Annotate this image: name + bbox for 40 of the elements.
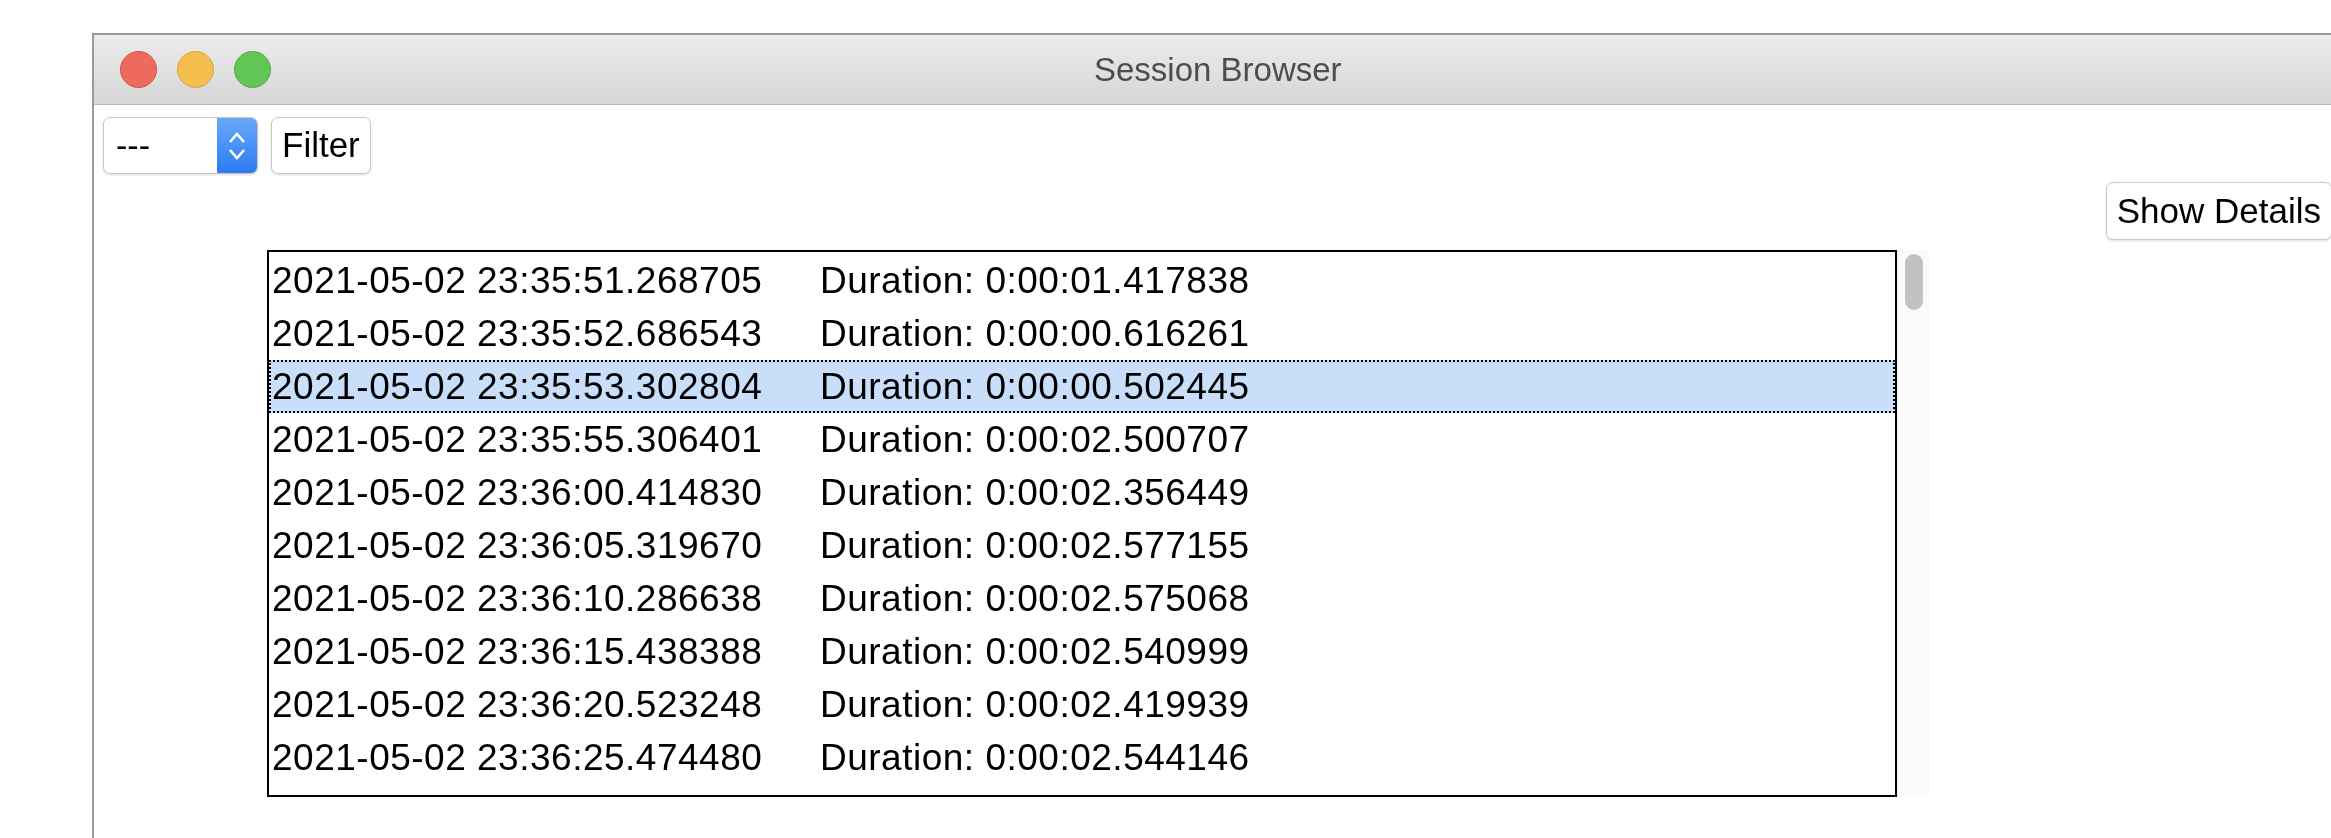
- session-row[interactable]: 2021-05-02 23:35:51.268705 Duration: 0:00:01.417838: [269, 254, 1895, 307]
- duration-text: Duration: 0:00:02.577155: [820, 523, 1250, 568]
- session-row[interactable]: 2021-05-02 23:35:53.302804 Duration: 0:00:00.502445: [269, 360, 1895, 413]
- timestamp-text: 2021-05-02 23:36:05.319670: [272, 523, 764, 568]
- timestamp-text: 2021-05-02 23:36:20.523248: [272, 682, 764, 727]
- timestamp-text: 2021-05-02 23:35:52.686543: [272, 311, 764, 356]
- session-row[interactable]: 2021-05-02 23:36:00.414830 Duration: 0:00:02.356449: [269, 466, 1895, 519]
- show-details-button[interactable]: Show Details: [2105, 182, 2331, 240]
- window-title: Session Browser: [1094, 49, 1342, 90]
- scrollbar[interactable]: [1897, 250, 1929, 797]
- session-row[interactable]: 2021-05-02 23:35:55.306401 Duration: 0:00:02.500707: [269, 413, 1895, 466]
- maximize-button[interactable]: [234, 51, 271, 88]
- duration-text: Duration: 0:00:01.417838: [820, 258, 1250, 303]
- timestamp-text: 2021-05-02 23:35:53.302804: [272, 364, 764, 409]
- session-row[interactable]: 2021-05-02 23:36:10.286638 Duration: 0:00:02.575068: [269, 572, 1895, 625]
- dropdown[interactable]: ---: [103, 117, 258, 174]
- duration-text: Duration: 0:00:00.502445: [820, 364, 1250, 409]
- session-row[interactable]: 2021-05-02 23:36:20.523248 Duration: 0:00:02.419939: [269, 678, 1895, 731]
- minimize-button[interactable]: [177, 51, 214, 88]
- session-row[interactable]: 2021-05-02 23:35:52.686543 Duration: 0:00:00.616261: [269, 307, 1895, 360]
- duration-text: Duration: 0:00:02.500707: [820, 417, 1250, 462]
- duration-text: Duration: 0:00:02.356449: [820, 470, 1250, 515]
- stepper-icon: [217, 118, 257, 173]
- timestamp-text: 2021-05-02 23:35:55.306401: [272, 417, 764, 462]
- close-button[interactable]: [120, 51, 157, 88]
- timestamp-text: 2021-05-02 23:35:51.268705: [272, 258, 764, 303]
- session-row[interactable]: 2021-05-02 23:36:15.438388 Duration: 0:00:02.540999: [269, 625, 1895, 678]
- timestamp-text: 2021-05-02 23:36:15.438388: [272, 629, 764, 674]
- session-row[interactable]: 2021-05-02 23:36:05.319670 Duration: 0:00:02.577155: [269, 519, 1895, 572]
- timestamp-text: 2021-05-02 23:36:25.474480: [272, 735, 764, 780]
- filter-button[interactable]: Filter: [271, 117, 371, 174]
- timestamp-text: 2021-05-02 23:36:00.414830: [272, 470, 764, 515]
- duration-text: Duration: 0:00:00.616261: [820, 311, 1250, 356]
- scrollbar-thumb[interactable]: [1904, 254, 1923, 310]
- duration-text: Duration: 0:00:02.540999: [820, 629, 1250, 674]
- timestamp-text: 2021-05-02 23:36:10.286638: [272, 576, 764, 621]
- duration-text: Duration: 0:00:02.544146: [820, 735, 1250, 780]
- duration-text: Duration: 0:00:02.419939: [820, 682, 1250, 727]
- duration-text: Duration: 0:00:02.575068: [820, 576, 1250, 621]
- session-row[interactable]: 2021-05-02 23:36:25.474480 Duration: 0:00:02.544146: [269, 731, 1895, 784]
